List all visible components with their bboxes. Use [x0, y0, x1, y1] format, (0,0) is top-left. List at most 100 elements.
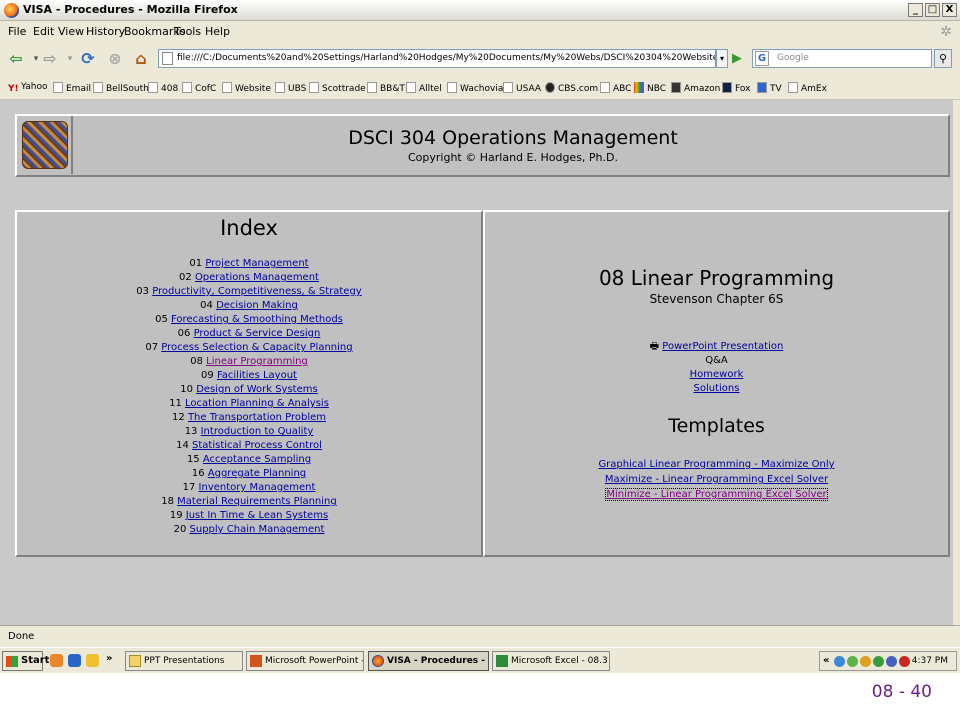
index-link[interactable]: Operations Management: [195, 272, 319, 283]
activity-throbber-icon: ✲: [940, 24, 952, 40]
bookmark-alltel[interactable]: Alltel: [406, 82, 442, 94]
printer-icon: 🖶: [649, 341, 663, 352]
task-powerpoint[interactable]: Microsoft PowerPoint - [...: [246, 651, 364, 671]
bookmark-fox[interactable]: Fox: [722, 82, 750, 94]
index-link[interactable]: Statistical Process Control: [192, 440, 322, 451]
menu-tools[interactable]: Tools: [174, 25, 201, 38]
index-link[interactable]: Facilities Layout: [217, 370, 297, 381]
bookmark-scottrade[interactable]: Scottrade: [309, 82, 366, 94]
tray-expand-icon[interactable]: «: [823, 655, 829, 666]
template-link[interactable]: Maximize - Linear Programming Excel Solv…: [605, 474, 828, 485]
index-link[interactable]: Process Selection & Capacity Planning: [161, 342, 352, 353]
menu-view[interactable]: View: [58, 25, 84, 38]
bookmark-icon: [275, 82, 285, 93]
bookmark-website[interactable]: Website: [222, 82, 271, 94]
index-link[interactable]: Linear Programming: [206, 356, 308, 367]
address-bar[interactable]: file:///C:/Documents%20and%20Settings/Ha…: [158, 49, 716, 68]
index-link[interactable]: Aggregate Planning: [208, 468, 306, 479]
address-dropdown-icon[interactable]: ▾: [716, 49, 728, 68]
search-input[interactable]: G Google: [752, 49, 932, 68]
index-link[interactable]: Forecasting & Smoothing Methods: [171, 314, 343, 325]
index-link[interactable]: The Transportation Problem: [188, 412, 326, 423]
menu-edit[interactable]: Edit: [33, 25, 54, 38]
index-item: 01 Project Management: [15, 257, 483, 271]
home-icon[interactable]: ⌂: [131, 49, 151, 69]
bookmark-tv[interactable]: TV: [757, 82, 782, 94]
quicklaunch-overflow-icon[interactable]: »: [106, 653, 112, 664]
google-icon[interactable]: G: [755, 51, 769, 66]
vertical-scrollbar[interactable]: [953, 100, 960, 625]
index-number: 17: [182, 482, 196, 493]
menu-history[interactable]: History: [86, 25, 125, 38]
volume-icon[interactable]: [886, 656, 897, 667]
template-item: Graphical Linear Programming - Maximize …: [483, 457, 950, 472]
index-link[interactable]: Inventory Management: [199, 482, 316, 493]
bookmark-cbs[interactable]: CBS.com: [545, 82, 598, 94]
index-link[interactable]: Location Planning & Analysis: [185, 398, 329, 409]
bookmark-email[interactable]: Email: [53, 82, 91, 94]
bookmark-ubs[interactable]: UBS: [275, 82, 306, 94]
index-number: 13: [184, 426, 198, 437]
bookmark-yahoo[interactable]: Y! Yahoo: [8, 82, 48, 95]
bookmark-amex[interactable]: AmEx: [788, 82, 827, 94]
index-link[interactable]: Decision Making: [216, 300, 298, 311]
bookmark-bbt[interactable]: BB&T: [367, 82, 405, 94]
bookmark-nbc[interactable]: NBC: [634, 82, 666, 94]
index-link[interactable]: Introduction to Quality: [201, 426, 314, 437]
index-link[interactable]: Productivity, Competitiveness, & Strateg…: [152, 286, 362, 297]
show-desktop-icon[interactable]: [86, 654, 99, 667]
media-player-icon[interactable]: [50, 654, 63, 667]
index-item: 05 Forecasting & Smoothing Methods: [15, 313, 483, 327]
bookmark-icon: [545, 82, 555, 93]
update-icon[interactable]: [873, 656, 884, 667]
index-link[interactable]: Material Requirements Planning: [177, 496, 337, 507]
bookmark-cofc[interactable]: CofC: [182, 82, 216, 94]
template-item: Maximize - Linear Programming Excel Solv…: [483, 472, 950, 487]
index-number: 08: [190, 356, 203, 367]
index-link[interactable]: Project Management: [205, 258, 308, 269]
template-link[interactable]: Minimize - Linear Programming Excel Solv…: [606, 489, 826, 500]
task-firefox[interactable]: VISA - Procedures - M...: [368, 651, 489, 671]
bookmark-bellsouth[interactable]: BellSouth: [93, 82, 149, 94]
task-excel[interactable]: Microsoft Excel - 08.3 Lin...: [492, 651, 610, 671]
resource-link[interactable]: Homework: [690, 369, 744, 380]
index-number: 02: [179, 272, 192, 283]
network-icon[interactable]: [834, 656, 845, 667]
index-item: 10 Design of Work Systems: [15, 383, 483, 397]
close-button[interactable]: X: [942, 3, 957, 17]
index-link[interactable]: Supply Chain Management: [190, 524, 325, 535]
messenger-icon[interactable]: [860, 656, 871, 667]
window-titlebar: VISA - Procedures - Mozilla Firefox _ □ …: [0, 0, 960, 21]
index-number: 11: [169, 398, 182, 409]
index-link[interactable]: Design of Work Systems: [196, 384, 318, 395]
task-ppt-presentations[interactable]: PPT Presentations: [125, 651, 243, 671]
menu-file[interactable]: File: [8, 25, 26, 38]
bookmark-408[interactable]: 408: [148, 82, 178, 94]
back-icon[interactable]: ⇦: [6, 49, 26, 69]
index-link[interactable]: Just In Time & Lean Systems: [186, 510, 328, 521]
bookmark-amazon[interactable]: Amazon: [671, 82, 720, 94]
stop-icon[interactable]: ⊗: [105, 49, 125, 69]
resource-link[interactable]: Solutions: [694, 383, 740, 394]
template-link[interactable]: Graphical Linear Programming - Maximize …: [598, 459, 834, 470]
start-button[interactable]: Start: [2, 651, 49, 671]
reload-icon[interactable]: ⟳: [78, 49, 98, 69]
search-icon[interactable]: ⚲: [934, 49, 952, 68]
bookmark-abc[interactable]: ABC: [600, 82, 631, 94]
maximize-button[interactable]: □: [925, 3, 940, 17]
antivirus-icon[interactable]: [899, 656, 910, 667]
forward-icon[interactable]: ⇨: [40, 49, 60, 69]
index-link[interactable]: Product & Service Design: [194, 328, 321, 339]
minimize-button[interactable]: _: [908, 3, 923, 17]
resource-link[interactable]: PowerPoint Presentation: [662, 341, 783, 352]
index-number: 16: [191, 468, 205, 479]
index-link[interactable]: Acceptance Sampling: [203, 454, 311, 465]
forward-dropdown-icon[interactable]: ▾: [60, 49, 80, 69]
ie-icon[interactable]: [68, 654, 81, 667]
security-icon[interactable]: [847, 656, 858, 667]
bookmark-usaa[interactable]: USAA: [503, 82, 541, 94]
bookmark-icon: [406, 82, 416, 93]
menu-help[interactable]: Help: [205, 25, 230, 38]
bookmark-wachovia[interactable]: Wachovia: [447, 82, 503, 94]
go-icon[interactable]: ▶: [730, 50, 744, 67]
